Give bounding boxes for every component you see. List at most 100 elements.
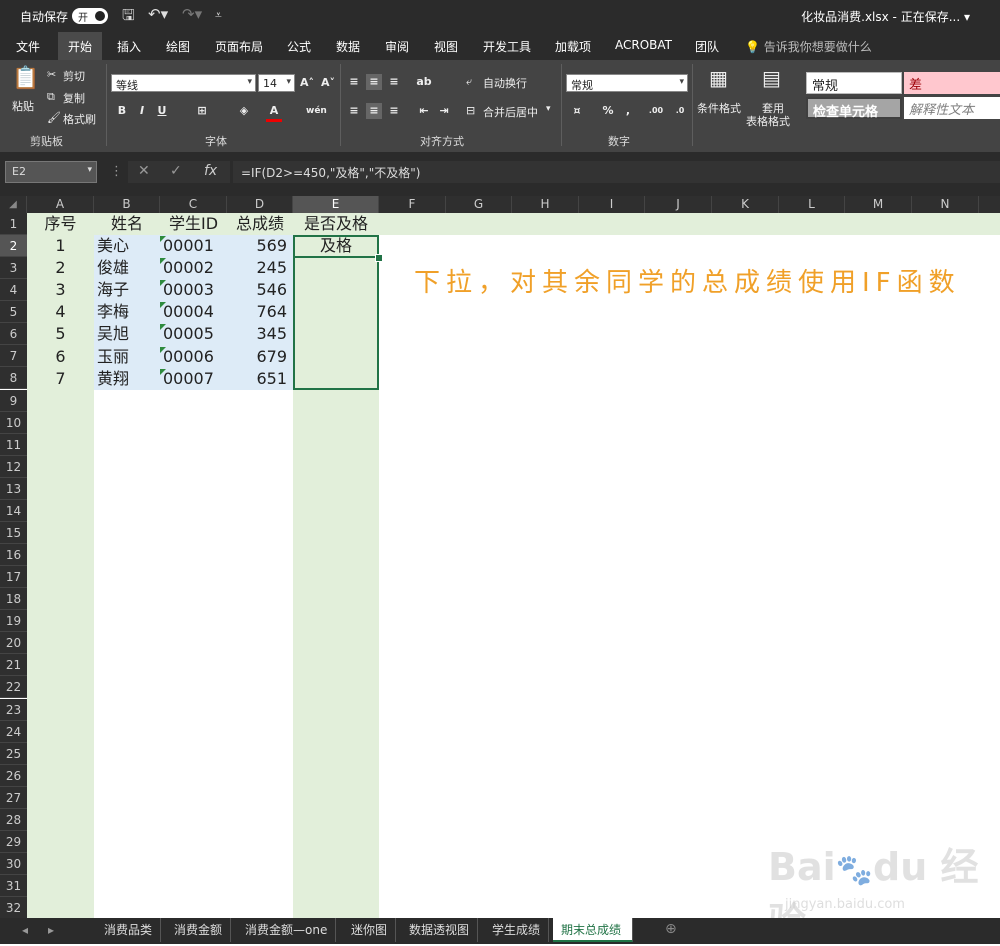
row-header[interactable]: 15	[0, 521, 27, 544]
cell-score[interactable]: 345	[227, 323, 293, 345]
align-right-icon[interactable]: ≡	[386, 103, 402, 119]
tab-file[interactable]: 文件	[16, 38, 40, 55]
tab-developer[interactable]: 开发工具	[483, 38, 531, 55]
tell-me-box[interactable]: 💡 告诉我你想要做什么	[745, 38, 872, 55]
row-header[interactable]: 27	[0, 786, 27, 809]
decrease-decimal-icon[interactable]: .0	[672, 103, 688, 119]
column-header-h[interactable]: H	[512, 196, 579, 213]
cell-name[interactable]: 吴旭	[94, 323, 160, 345]
tab-review[interactable]: 审阅	[385, 38, 409, 55]
row-header[interactable]: 17	[0, 566, 27, 589]
row-header[interactable]: 1	[0, 213, 27, 235]
active-cell[interactable]	[293, 235, 379, 258]
column-header-i[interactable]: I	[579, 196, 645, 213]
row-header[interactable]: 2	[0, 235, 27, 258]
comma-icon[interactable]: ,	[620, 103, 636, 119]
cell-score[interactable]: 679	[227, 346, 293, 368]
style-check-cell[interactable]: 检查单元格	[806, 97, 902, 120]
cell-name[interactable]: 玉丽	[94, 346, 160, 368]
align-bottom-icon[interactable]: ≡	[386, 74, 402, 90]
font-name-select[interactable]: 等线 ▾	[111, 74, 256, 92]
bold-icon[interactable]: B	[114, 103, 130, 119]
orientation-icon[interactable]: ab	[416, 74, 432, 90]
tab-view[interactable]: 视图	[434, 38, 458, 55]
header-cell-score[interactable]: 总成绩	[227, 213, 293, 235]
paste-icon[interactable]: 📋	[12, 66, 39, 91]
fill-handle[interactable]	[375, 254, 383, 262]
column-header-l[interactable]: L	[779, 196, 845, 213]
decrease-indent-icon[interactable]: ⇤	[416, 103, 432, 119]
style-bad[interactable]: 差	[904, 72, 1000, 94]
cell-name[interactable]: 海子	[94, 279, 160, 301]
phonetic-icon[interactable]: wén	[306, 103, 327, 119]
cell-no[interactable]: 1	[27, 235, 94, 257]
sheet-tab-3[interactable]: 消费金额—one	[237, 918, 337, 942]
cell-name[interactable]: 李梅	[94, 301, 160, 323]
column-header-d[interactable]: D	[227, 196, 293, 213]
undo-icon[interactable]: ↶▾	[148, 5, 168, 23]
row-header[interactable]: 13	[0, 477, 27, 500]
currency-icon[interactable]: ¤	[569, 103, 585, 119]
column-header-a[interactable]: A	[27, 196, 94, 213]
increase-indent-icon[interactable]: ⇥	[436, 103, 452, 119]
cell-id[interactable]: 00005	[160, 323, 227, 345]
increase-font-icon[interactable]: A˄	[299, 75, 315, 91]
more-options-icon[interactable]: ⋮	[110, 164, 123, 179]
save-icon[interactable]: 🖫	[122, 5, 135, 30]
cell-no[interactable]: 7	[27, 368, 94, 390]
italic-icon[interactable]: I	[134, 103, 150, 119]
tab-formulas[interactable]: 公式	[287, 38, 311, 55]
chevron-down-icon[interactable]: ▾	[546, 104, 551, 114]
select-all-icon[interactable]: ◢	[0, 196, 27, 213]
column-header-j[interactable]: J	[645, 196, 712, 213]
column-header-m[interactable]: M	[845, 196, 912, 213]
header-cell-name[interactable]: 姓名	[94, 213, 160, 235]
row-header[interactable]: 25	[0, 742, 27, 765]
cell-score[interactable]: 546	[227, 279, 293, 301]
column-header-n[interactable]: N	[912, 196, 979, 213]
row-header[interactable]: 19	[0, 610, 27, 633]
row-header[interactable]: 21	[0, 654, 27, 677]
sheet-tab-4[interactable]: 迷你图	[343, 918, 397, 942]
increase-decimal-icon[interactable]: .00	[648, 103, 664, 119]
tab-team[interactable]: 团队	[695, 38, 719, 55]
sheet-tab-2[interactable]: 消费金额	[166, 918, 232, 942]
header-cell-id[interactable]: 学生ID	[160, 213, 227, 235]
autosave-toggle[interactable]: 开	[72, 8, 108, 24]
fill-color-icon[interactable]: ◈	[236, 103, 252, 119]
cell-id[interactable]: 00001	[160, 235, 227, 257]
row-header[interactable]: 14	[0, 499, 27, 522]
row-header[interactable]: 29	[0, 830, 27, 853]
cell-name[interactable]: 俊雄	[94, 257, 160, 279]
cell-name[interactable]: 美心	[94, 235, 160, 257]
cell-id[interactable]: 00007	[160, 368, 227, 390]
sheet-tab-6[interactable]: 学生成绩	[484, 918, 550, 942]
percent-icon[interactable]: %	[600, 103, 616, 119]
copy-button[interactable]: 复制	[63, 90, 85, 106]
tab-acrobat[interactable]: ACROBAT	[615, 38, 672, 52]
cell-score[interactable]: 764	[227, 301, 293, 323]
table-format-button-2[interactable]: 表格格式	[746, 113, 790, 129]
row-header[interactable]: 6	[0, 323, 27, 346]
border-icon[interactable]: ⊞	[194, 103, 210, 119]
column-header-f[interactable]: F	[379, 196, 446, 213]
cell-no[interactable]: 5	[27, 323, 94, 345]
format-painter-button[interactable]: 格式刷	[63, 111, 96, 127]
tab-insert[interactable]: 插入	[117, 38, 141, 55]
column-header-g[interactable]: G	[446, 196, 512, 213]
style-normal[interactable]: 常规	[806, 72, 902, 94]
sheet-tab-active[interactable]: 期末总成绩	[553, 918, 633, 942]
formula-input[interactable]: =IF(D2>=450,"及格","不及格")	[233, 161, 1000, 183]
row-header[interactable]: 24	[0, 720, 27, 743]
cell-no[interactable]: 4	[27, 301, 94, 323]
row-header[interactable]: 31	[0, 875, 27, 898]
scroll-right-icon[interactable]: ▸	[48, 923, 54, 937]
merge-center-button[interactable]: 合并后居中	[483, 104, 538, 120]
cell-no[interactable]: 3	[27, 279, 94, 301]
conditional-format-icon[interactable]: ▦	[709, 66, 728, 90]
wrap-text-button[interactable]: 自动换行	[483, 75, 527, 91]
cell-no[interactable]: 2	[27, 257, 94, 279]
sheet-tab-1[interactable]: 消费品类	[96, 918, 162, 942]
cell-score[interactable]: 651	[227, 368, 293, 390]
row-header[interactable]: 12	[0, 455, 27, 478]
